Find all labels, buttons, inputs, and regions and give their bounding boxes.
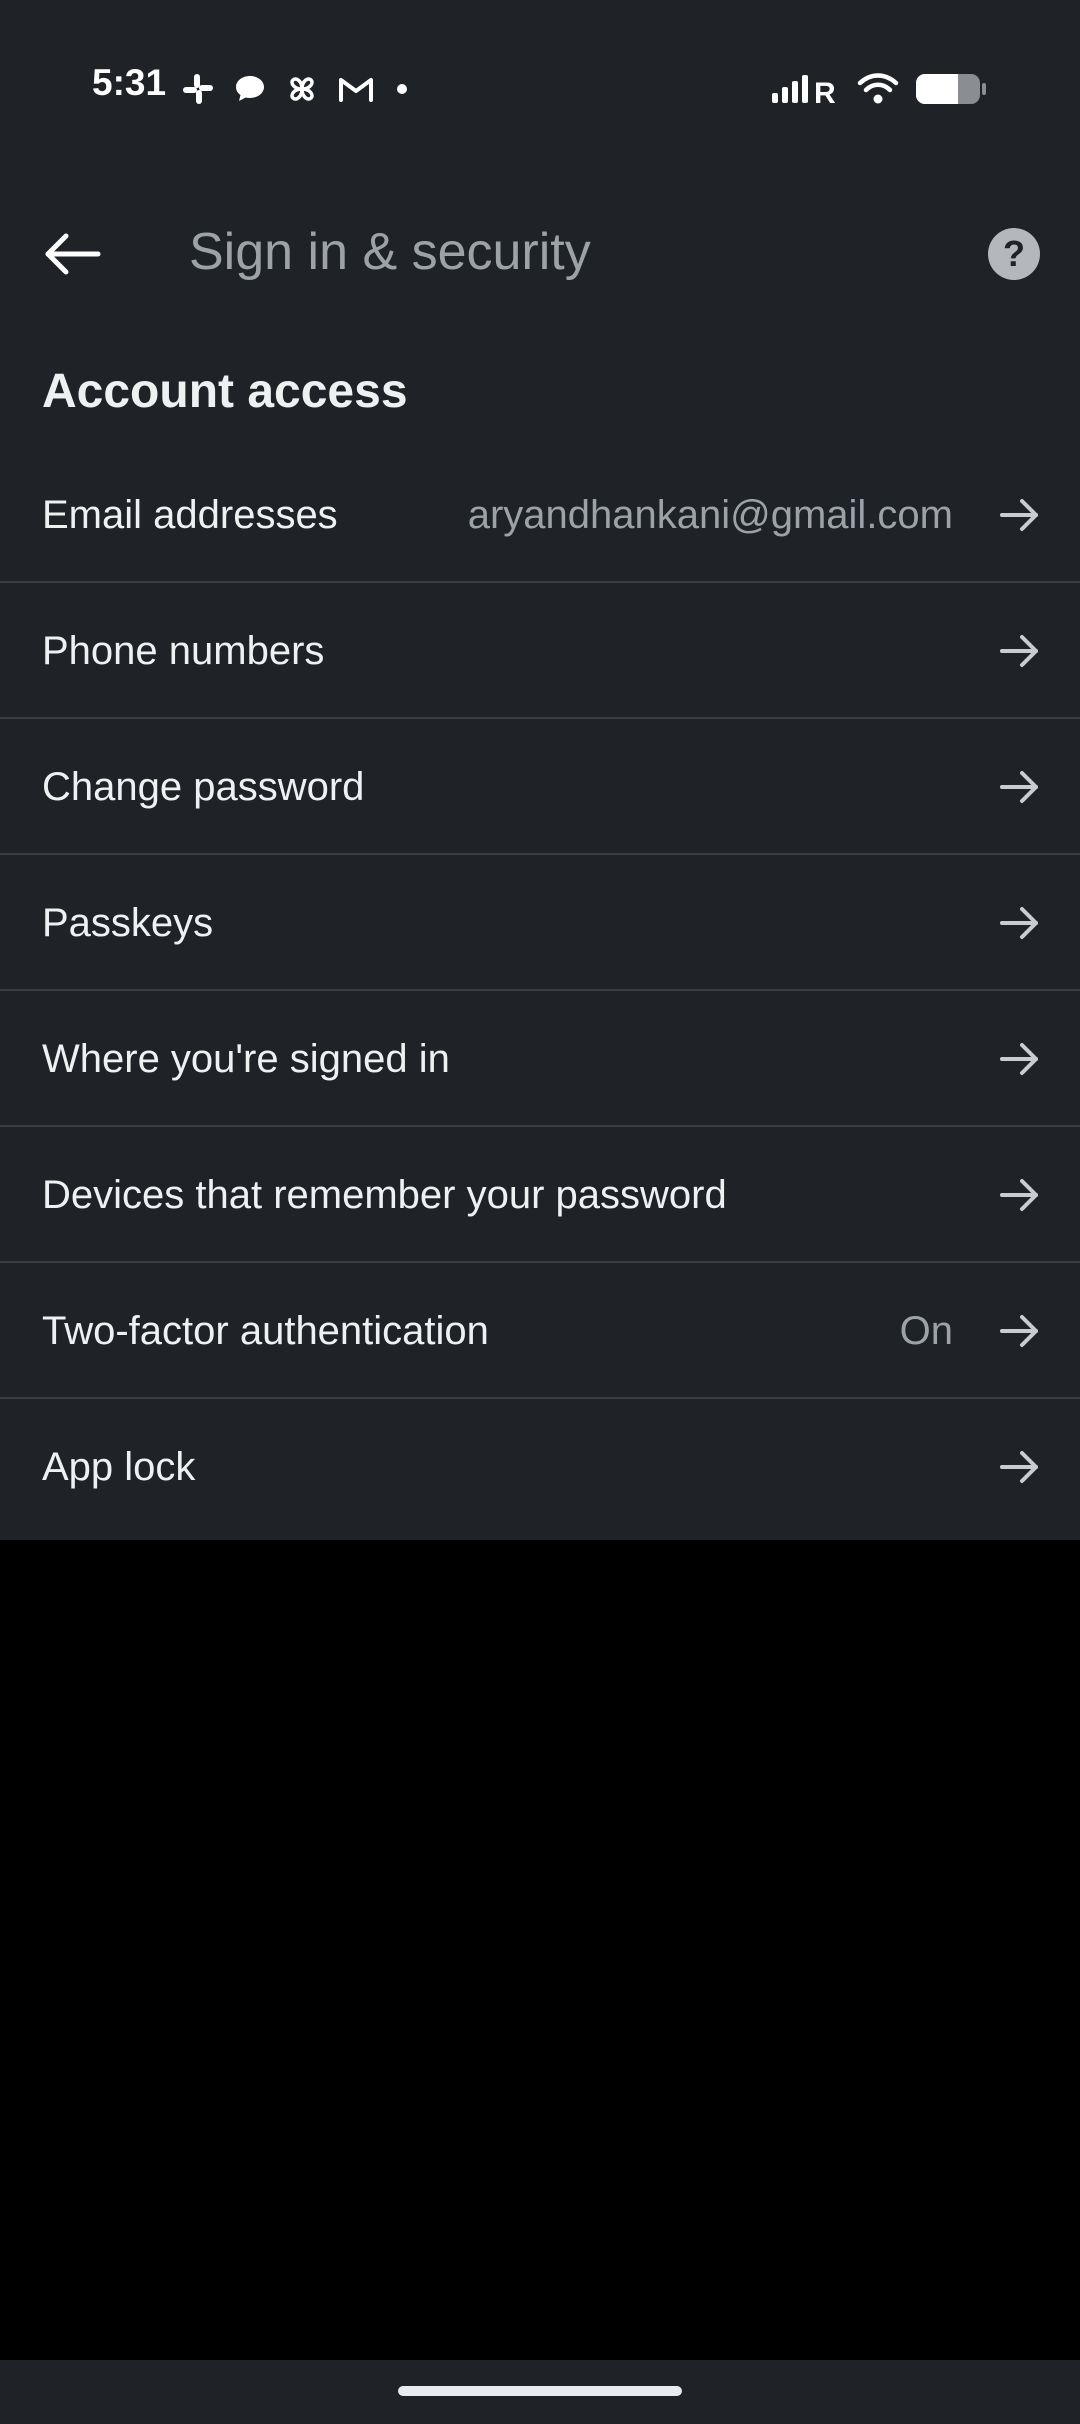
wifi-icon [857,73,899,104]
row-where-signed-in[interactable]: Where you're signed in [0,991,1080,1127]
notification-icons [180,64,412,114]
arrow-right-icon [998,1037,1042,1081]
slack-icon [183,74,213,104]
pinwheel-icon [290,77,314,101]
row-two-factor[interactable]: Two-factor authentication On [0,1263,1080,1399]
row-label: Devices that remember your password [42,1173,727,1217]
row-label: Where you're signed in [42,1037,450,1081]
arrow-right-icon [998,1309,1042,1353]
arrow-right-icon [998,629,1042,673]
arrow-right-icon [998,493,1042,537]
page-title: Sign in & security [189,223,591,281]
screen: 5:31 R Sign in & security ? Account acce… [0,0,1080,2424]
roaming-label: R [814,77,836,107]
row-label: Passkeys [42,901,214,945]
status-time: 5:31 [92,62,167,103]
help-button[interactable]: ? [974,214,1054,294]
row-label: Phone numbers [42,629,325,673]
status-value: On [899,1309,953,1353]
row-email-addresses[interactable]: Email addresses aryandhankani@gmail.com [0,447,1080,583]
arrow-left-icon [45,233,101,275]
row-label: Email addresses [42,493,338,537]
row-remembered-devices[interactable]: Devices that remember your password [0,1127,1080,1263]
arrow-right-icon [998,765,1042,809]
signal-roaming-icon: R [772,75,836,107]
arrow-right-icon [998,1445,1042,1489]
dot-icon [397,84,407,94]
system-icons: R [770,64,988,114]
navigation-bar [0,2360,1080,2424]
row-passkeys[interactable]: Passkeys [0,855,1080,991]
back-button[interactable] [28,210,116,298]
battery-icon [916,74,986,104]
help-circle-icon: ? [988,228,1040,280]
svg-text:?: ? [1003,233,1025,274]
settings-list: Email addresses aryandhankani@gmail.com … [0,447,1080,1535]
row-label: Change password [42,765,365,809]
chat-bubble-icon [236,76,264,101]
gmail-icon [339,78,373,102]
app-bar: Sign in & security ? [0,170,1080,324]
row-value: aryandhankani@gmail.com [467,493,953,537]
row-label: App lock [42,1445,196,1489]
arrow-right-icon [998,1173,1042,1217]
home-indicator[interactable] [398,2386,682,2396]
section-title: Account access [42,365,408,418]
status-bar: 5:31 R [0,0,1080,170]
row-app-lock[interactable]: App lock [0,1399,1080,1535]
row-phone-numbers[interactable]: Phone numbers [0,583,1080,719]
row-label: Two-factor authentication [42,1309,489,1353]
row-change-password[interactable]: Change password [0,719,1080,855]
arrow-right-icon [998,901,1042,945]
